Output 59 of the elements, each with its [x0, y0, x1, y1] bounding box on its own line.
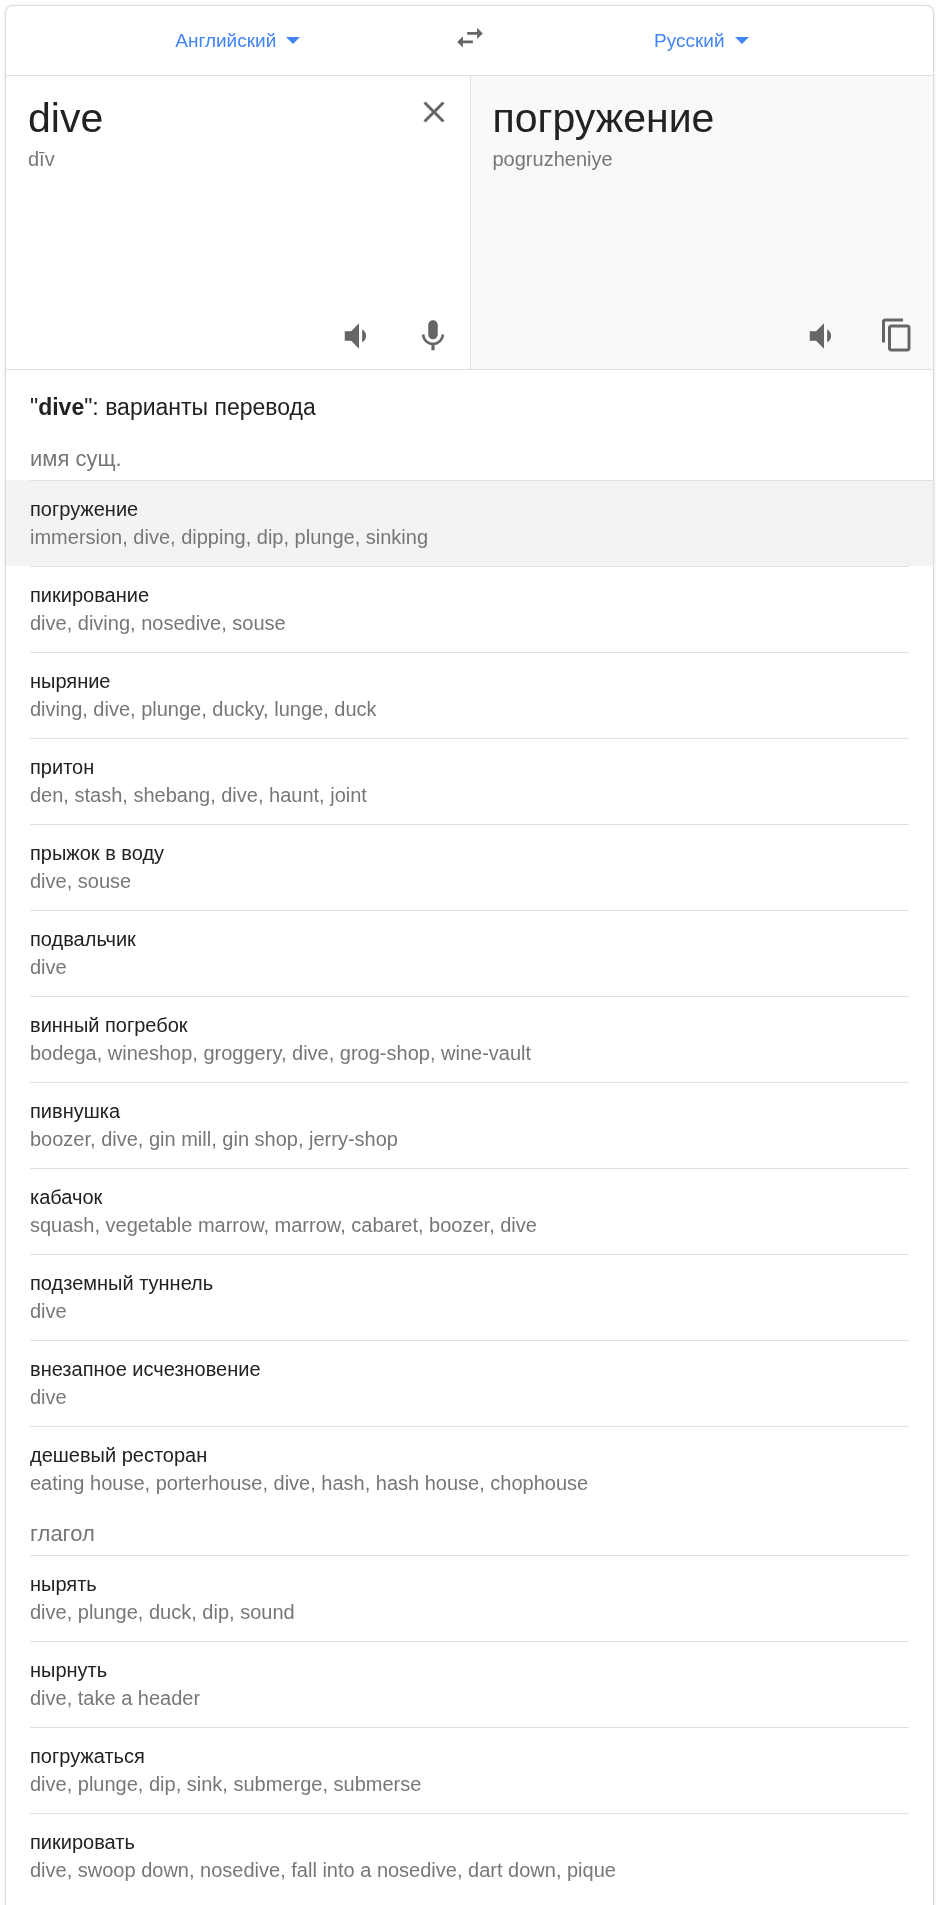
translation-word: ныряние: [30, 669, 111, 694]
translation-row[interactable]: притон den, stash, shebang, dive, haunt, joint: [6, 738, 933, 824]
translation-row[interactable]: внезапное исчезновение dive: [6, 1340, 933, 1426]
translation-word: кабачок: [30, 1185, 103, 1210]
translation-word: пикировать: [30, 1830, 135, 1855]
reverse-translations: diving, dive, plunge, ducky, lunge, duck: [30, 697, 377, 722]
part-of-speech-label: глагол: [29, 1519, 96, 1548]
reverse-translations: den, stash, shebang, dive, haunt, joint: [30, 783, 367, 808]
transliteration: pogruzheniye: [492, 148, 614, 171]
translation-row[interactable]: погружаться dive, plunge, dip, sink, submerge, submerse: [6, 1727, 933, 1813]
translation-row[interactable]: нырять dive, plunge, duck, dip, sound: [6, 1555, 933, 1641]
target-language-button[interactable]: Русский: [646, 23, 757, 58]
translation-row[interactable]: дешевый ресторан eating house, porterhouse, dive, hash, hash house, chophouse: [6, 1426, 933, 1512]
translation-word: нырнуть: [30, 1658, 108, 1683]
reverse-translations: dive, take a header: [30, 1686, 201, 1711]
translation-word: прыжок в воду: [30, 841, 165, 866]
reverse-translations: dive, plunge, dip, sink, submerge, submerse: [30, 1772, 422, 1797]
translations-title: "dive": варианты перевода: [29, 393, 317, 421]
reverse-translations: dive, souse: [30, 869, 132, 894]
translation-word: притон: [30, 755, 95, 780]
translated-text: погружение: [492, 94, 715, 143]
translation-word: пикирование: [30, 583, 150, 608]
translation-row[interactable]: пивнушка boozer, dive, gin mill, gin shop, jerry-shop: [6, 1082, 933, 1168]
translation-row[interactable]: ныряние diving, dive, plunge, ducky, lunge, duck: [6, 652, 933, 738]
translation-row[interactable]: кабачок squash, vegetable marrow, marrow, cabaret, boozer, dive: [6, 1168, 933, 1254]
translation-row[interactable]: подвальчик dive: [6, 910, 933, 996]
translation-row[interactable]: прыжок в воду dive, souse: [6, 824, 933, 910]
translation-word: погружаться: [30, 1744, 145, 1769]
translation-row[interactable]: нырнуть dive, take a header: [6, 1641, 933, 1727]
translation-word: погружение: [30, 497, 139, 522]
translation-word: внезапное исчезновение: [30, 1357, 261, 1382]
reverse-translations: bodega, wineshop, groggery, dive, grog-shop, wine-vault: [30, 1041, 532, 1066]
reverse-translations: eating house, porterhouse, dive, hash, hash house, chophouse: [30, 1471, 589, 1496]
reverse-translations: dive: [30, 1385, 67, 1410]
caret-icon: [734, 37, 749, 44]
reverse-translations: dive, diving, nosedive, souse: [30, 611, 286, 636]
translation-row[interactable]: подземный туннель dive: [6, 1254, 933, 1340]
part-of-speech-label: имя сущ.: [29, 444, 123, 473]
caret-icon: [286, 37, 301, 44]
reverse-translations: dive: [30, 1299, 67, 1324]
reverse-translations: dive: [30, 955, 67, 980]
translation-word: дешевый ресторан: [30, 1443, 208, 1468]
reverse-translations: dive, swoop down, nosedive, fall into a nosedive, dart down, pique: [30, 1858, 616, 1883]
translation-word: подземный туннель: [30, 1271, 214, 1296]
translation-word: подвальчик: [30, 927, 136, 952]
source-language-button[interactable]: Английский: [167, 23, 309, 58]
translation-row[interactable]: погружение immersion, dive, dipping, dip, plunge, sinking: [6, 480, 933, 566]
translation-word: пивнушка: [30, 1099, 121, 1124]
translation-word: нырять: [30, 1572, 97, 1597]
reverse-translations: squash, vegetable marrow, marrow, cabaret, boozer, dive: [30, 1213, 537, 1238]
translation-row[interactable]: пикировать dive, swoop down, nosedive, fall into a nosedive, dart down, pique: [6, 1813, 933, 1899]
translation-row[interactable]: винный погребок bodega, wineshop, groggery, dive, grog-shop, wine-vault: [6, 996, 933, 1082]
source-text: dive: [28, 94, 104, 143]
reverse-translations: boozer, dive, gin mill, gin shop, jerry-shop: [30, 1127, 398, 1152]
translation-word: винный погребок: [30, 1013, 188, 1038]
translation-row[interactable]: пикирование dive, diving, nosedive, souse: [6, 566, 933, 652]
reverse-translations: immersion, dive, dipping, dip, plunge, sinking: [30, 525, 428, 550]
transliteration: dīv: [28, 148, 56, 171]
reverse-translations: dive, plunge, duck, dip, sound: [30, 1600, 295, 1625]
